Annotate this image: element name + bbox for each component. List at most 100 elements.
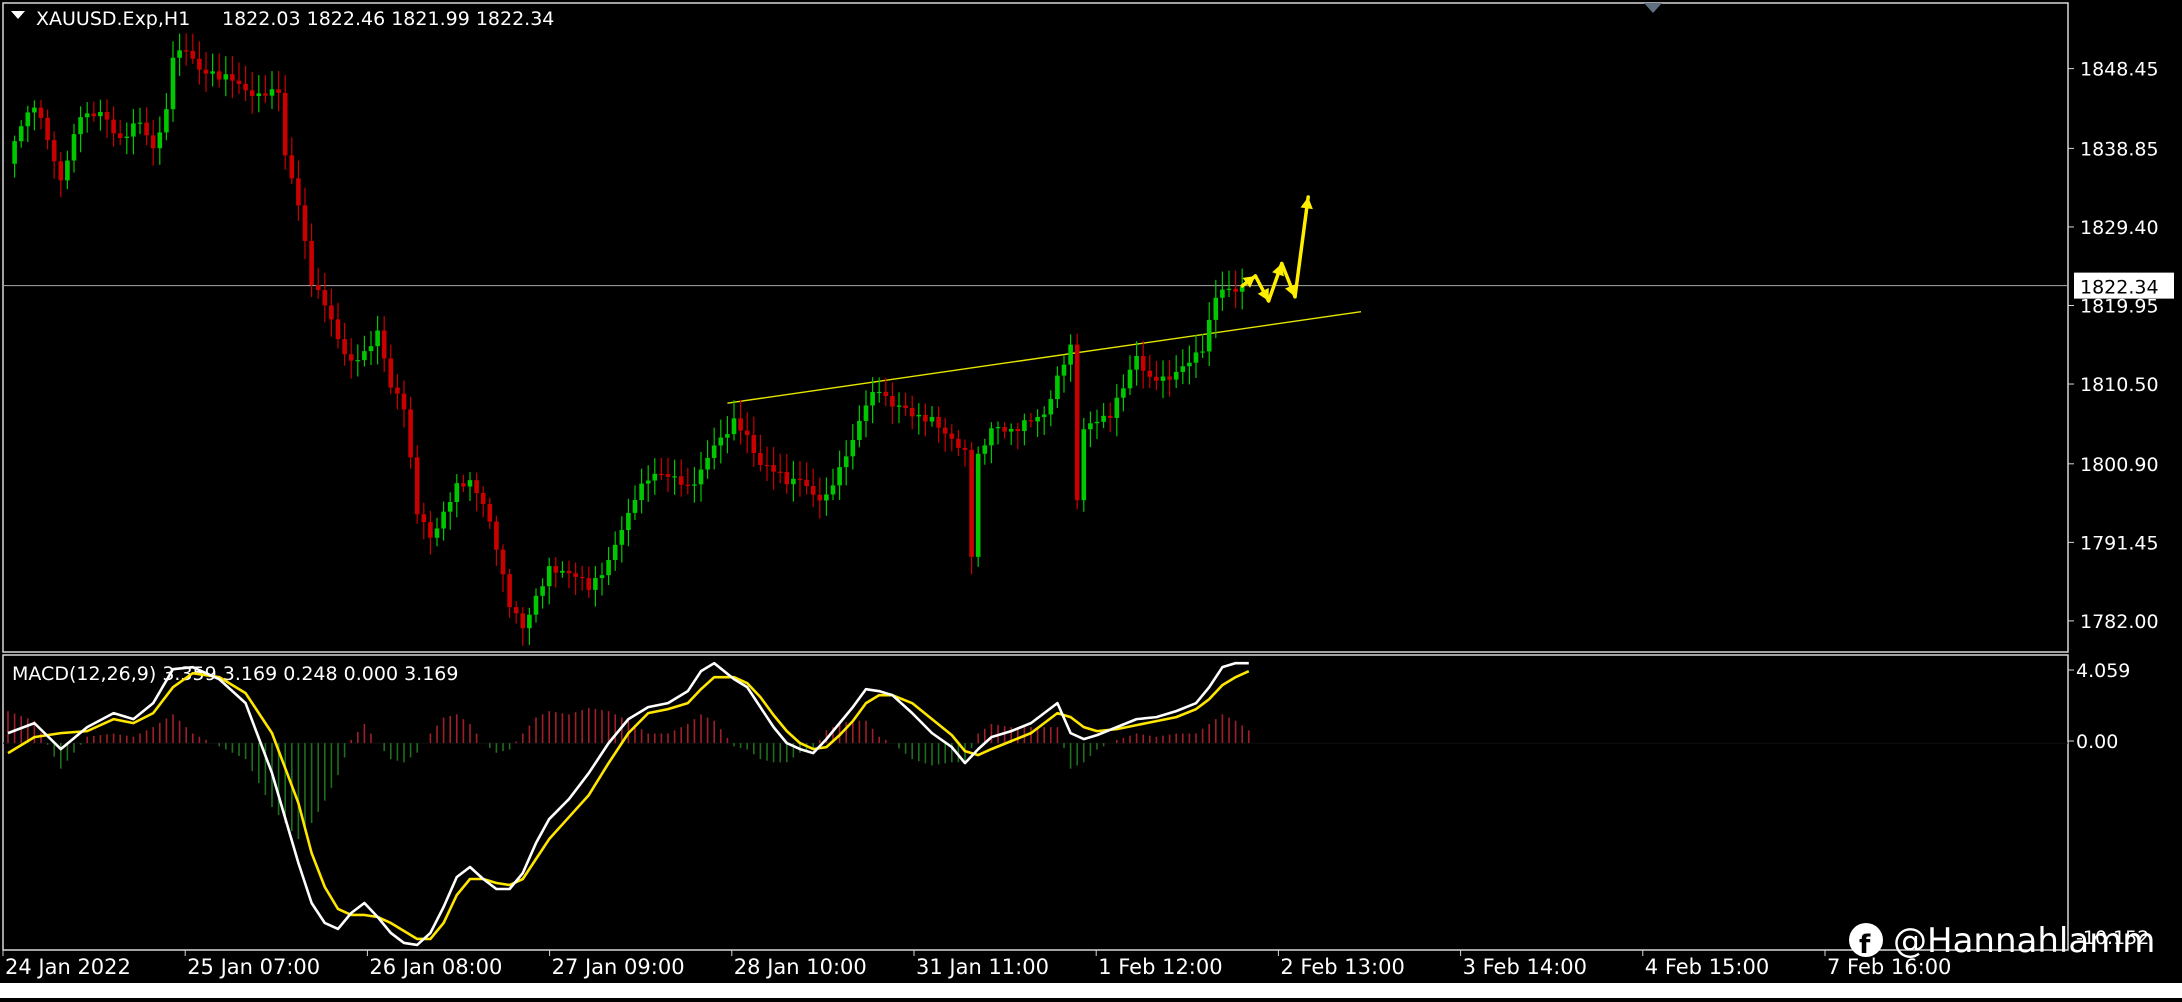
candle-body (210, 71, 215, 74)
candle-body (645, 480, 651, 484)
candle-body (731, 418, 737, 435)
candle-body (692, 484, 697, 486)
macd-axis-tick: 0.00 (2076, 731, 2118, 753)
candle-body (1088, 423, 1093, 430)
candle-body (461, 483, 466, 487)
candle-body (685, 484, 691, 486)
candle-body (230, 74, 235, 81)
time-axis-label: 26 Jan 08:00 (369, 955, 502, 979)
candle-body (1213, 297, 1219, 320)
candle-body (256, 93, 262, 96)
chart-canvas[interactable]: XAUUSD.Exp,H1 1822.03 1822.46 1821.99 18… (0, 0, 2182, 998)
candle-body (98, 112, 103, 117)
candle-body (177, 50, 182, 58)
candle-body (527, 614, 532, 629)
candle-body (1061, 364, 1067, 376)
candle-body (1121, 388, 1126, 398)
candle-body (659, 473, 664, 476)
candle-body (817, 494, 823, 501)
candle-body (150, 135, 156, 149)
trading-chart-window[interactable]: XAUUSD.Exp,H1 1822.03 1822.46 1821.99 18… (0, 0, 2182, 998)
candle-body (711, 445, 717, 458)
candle-body (375, 330, 380, 347)
candle-body (857, 420, 862, 440)
candle-body (876, 391, 882, 394)
candle-body (124, 136, 130, 139)
candle-body (797, 478, 803, 480)
candle-body (718, 437, 724, 446)
candle-body (804, 479, 809, 487)
symbol-label: XAUUSD.Exp,H1 (36, 8, 190, 30)
candle-body (276, 89, 281, 93)
candle-body (203, 69, 209, 74)
candle-body (1094, 421, 1100, 424)
candle-body (639, 483, 644, 501)
candle-body (45, 117, 50, 141)
candle-body (916, 414, 922, 417)
candle-body (1134, 356, 1139, 370)
candle-body (1206, 319, 1212, 352)
candle-body (909, 407, 915, 417)
candle-body (751, 434, 757, 454)
candle-body (137, 122, 143, 124)
candle-body (784, 471, 790, 485)
candle-body (296, 178, 301, 206)
candle-body (1127, 369, 1133, 389)
price-axis-tick: 1810.50 (2080, 374, 2159, 396)
candle-body (619, 530, 625, 545)
candle-body (223, 74, 229, 80)
candle-body (870, 392, 875, 406)
candle-body (1180, 366, 1186, 372)
candle-body (777, 471, 783, 473)
candle-body (890, 396, 895, 407)
candle-body (117, 133, 123, 139)
candle-body (989, 428, 994, 446)
candle-body (243, 83, 248, 91)
price-axis-tick: 1838.85 (2080, 138, 2159, 160)
candle-body (480, 493, 486, 505)
candle-body (533, 595, 539, 615)
candle-body (652, 473, 658, 481)
candle-body (850, 439, 856, 457)
watermark: f @Hannahlamm (1849, 921, 2155, 961)
candle-body (269, 89, 275, 96)
candle-body (408, 409, 413, 458)
candle-body (25, 112, 31, 127)
candle-body (1041, 414, 1047, 417)
candle-body (606, 559, 611, 576)
candle-body (1200, 351, 1205, 353)
candle-body (335, 319, 341, 340)
candle-body (1101, 415, 1106, 422)
candle-body (1022, 420, 1027, 432)
candle-body (249, 90, 255, 96)
chart-background (0, 0, 2182, 998)
candle-body (454, 483, 460, 502)
candle-body (903, 405, 908, 408)
candle-body (348, 354, 354, 361)
candle-body (1154, 376, 1159, 381)
candle-body (540, 586, 545, 596)
candle-body (520, 613, 526, 629)
candle-body (441, 511, 446, 529)
candle-body (1114, 397, 1120, 418)
candle-body (1193, 352, 1199, 363)
time-axis-label: 27 Jan 09:00 (552, 955, 685, 979)
candle-body (388, 358, 394, 388)
facebook-icon-glyph: f (1859, 930, 1871, 960)
candle-body (1074, 344, 1080, 501)
candle-body (342, 339, 347, 355)
candle-body (216, 71, 222, 80)
time-axis-label: 31 Jan 11:00 (916, 955, 1049, 979)
candle-body (1167, 376, 1172, 380)
candle-body (1220, 289, 1225, 298)
candle-body (513, 607, 519, 614)
candle-body (1008, 428, 1014, 432)
candle-body (355, 360, 361, 362)
time-axis-label: 25 Jan 07:00 (187, 955, 320, 979)
candle-body (1173, 371, 1179, 380)
candle-body (362, 351, 367, 361)
candle-body (593, 578, 598, 590)
candle-body (1048, 399, 1054, 415)
candle-body (738, 418, 743, 431)
candle-body (401, 393, 407, 410)
